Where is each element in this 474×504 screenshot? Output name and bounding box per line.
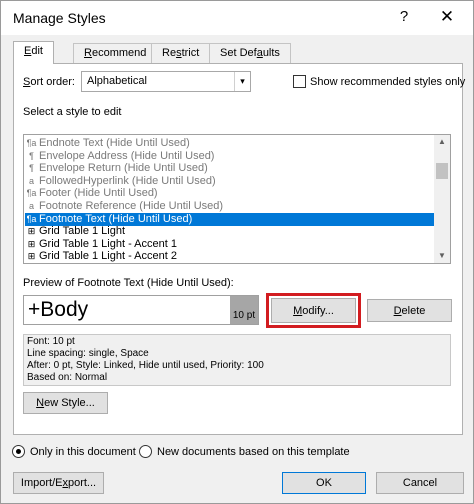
style-type-icon: ⊞ (27, 238, 36, 249)
styles-scrollbar[interactable]: ▲ ▼ (434, 135, 450, 263)
style-type-icon: ¶a (26, 213, 37, 224)
radio-selected-dot (16, 449, 21, 454)
style-description: Font: 10 pt Line spacing: single, Space … (23, 334, 451, 386)
sort-order-label: Sort order: (23, 76, 75, 88)
style-list-item[interactable]: a FollowedHyperlink (Hide Until Used) (25, 175, 435, 188)
style-list-item[interactable]: ¶a Footnote Text (Hide Until Used) (25, 212, 435, 226)
tab-set-defaults[interactable]: Set Defaults (209, 43, 291, 63)
help-button[interactable]: ? (397, 8, 411, 25)
sort-order-select[interactable]: Alphabetical ▾ (81, 71, 251, 92)
tab-edit[interactable]: Edit (13, 41, 54, 64)
style-type-icon: ⊞ (27, 226, 36, 237)
delete-button[interactable]: Delete (367, 299, 452, 322)
style-type-icon: ¶ (29, 163, 34, 174)
style-list-item[interactable]: ¶ Envelope Return (Hide Until Used) (25, 162, 435, 175)
preview-label: Preview of Footnote Text (Hide Until Use… (23, 277, 234, 289)
tab-set-defaults-label: ults (262, 47, 280, 59)
styles-listbox[interactable]: ¶a Endnote Text (Hide Until Used) ¶ Envelop… (23, 134, 451, 264)
scroll-thumb[interactable] (436, 163, 448, 179)
style-type-icon: ¶a (26, 138, 37, 148)
style-type-icon: ⊞ (27, 251, 36, 262)
style-type-icon: a (28, 201, 34, 211)
style-name: Grid Table 1 Light - Accent 2 (39, 250, 177, 263)
description-line: Font: 10 pt (27, 336, 75, 347)
tab-set-defaults-pre: Set Def (220, 47, 257, 59)
new-style-button[interactable]: New Style... (23, 392, 108, 414)
tab-edit-label: dit (31, 45, 43, 57)
style-list-item[interactable]: ⊞ Grid Table 1 Light - Accent 1 (25, 238, 435, 251)
cancel-button[interactable]: Cancel (376, 472, 464, 494)
tab-restrict-label: trict (181, 47, 200, 59)
style-list-item[interactable]: ¶a Footer (Hide Until Used) (25, 187, 435, 200)
import-export-label: port... (67, 477, 97, 489)
style-list-item[interactable]: ⊞ Grid Table 1 Light (25, 225, 435, 238)
style-type-icon: ¶a (26, 188, 37, 199)
show-recommended-label: Show recommended styles only (310, 76, 466, 88)
new-documents-template-label: New documents based on this template (157, 446, 350, 458)
import-export-pre: Import/E (20, 477, 63, 489)
preview-size: 10 pt (230, 296, 258, 324)
new-style-accel: N (36, 397, 45, 409)
style-list-item[interactable]: ¶ Envelope Address (Hide Until Used) (25, 150, 435, 163)
description-line: Line spacing: single, Space (27, 348, 149, 359)
style-name: Footnote Reference (Hide Until Used) (39, 200, 224, 212)
close-button[interactable]: ✕ (437, 7, 457, 27)
only-this-document-label: Only in this document (30, 446, 136, 458)
style-name: Envelope Address (Hide Until Used) (39, 149, 215, 162)
scroll-up-arrow-icon[interactable]: ▲ (434, 135, 450, 149)
only-this-document-radio[interactable] (12, 445, 25, 458)
style-name: Grid Table 1 Light (39, 225, 126, 238)
style-name: Footer (Hide Until Used) (39, 187, 158, 200)
ok-button[interactable]: OK (282, 472, 366, 494)
preview-text: +Body (28, 298, 89, 321)
style-list-item[interactable]: ¶a Endnote Text (Hide Until Used) (25, 137, 435, 150)
dialog-title: Manage Styles (13, 10, 106, 26)
title-bar: Manage Styles ? ✕ (1, 1, 473, 35)
style-name: Endnote Text (Hide Until Used) (39, 137, 190, 149)
new-style-label: ew Style... (44, 397, 95, 409)
new-documents-template-radio[interactable] (139, 445, 152, 458)
show-recommended-checkbox[interactable] (293, 75, 306, 88)
chevron-down-icon[interactable]: ▾ (234, 72, 250, 91)
style-name: Footnote Text (Hide Until Used) (39, 212, 193, 225)
select-style-label: Select a style to edit (23, 106, 122, 118)
style-type-icon: ¶ (29, 150, 34, 161)
tab-recommend-label: ecommend (91, 47, 147, 59)
style-type-icon: a (28, 175, 34, 186)
style-list-item[interactable]: a Footnote Reference (Hide Until Used) (25, 200, 435, 213)
tab-restrict[interactable]: Restrict (151, 43, 211, 63)
tab-recommend-accel: R (84, 47, 92, 59)
style-name: Envelope Return (Hide Until Used) (39, 162, 208, 175)
import-export-button[interactable]: Import/Export... (13, 472, 104, 494)
sort-order-label-text: ort order: (30, 76, 75, 88)
style-preview: +Body 10 pt (23, 295, 259, 325)
description-line: Based on: Normal (27, 372, 108, 383)
description-line: After: 0 pt, Style: Linked, Hide until u… (27, 360, 264, 371)
style-name: Grid Table 1 Light - Accent 1 (39, 237, 177, 250)
tab-recommend[interactable]: Recommend (73, 43, 158, 63)
modify-highlight-box (266, 293, 361, 328)
tab-restrict-pre: Re (162, 47, 177, 59)
style-list-item[interactable]: ⊞ Grid Table 1 Light - Accent 2 (25, 250, 435, 263)
manage-styles-dialog: Manage Styles ? ✕ Edit Recommend Restric… (0, 0, 474, 504)
scroll-down-arrow-icon[interactable]: ▼ (434, 249, 450, 263)
sort-order-value: Alphabetical (87, 75, 147, 87)
delete-accel: D (393, 305, 402, 317)
delete-label: elete (401, 305, 426, 317)
style-name: FollowedHyperlink (Hide Until Used) (39, 174, 216, 187)
